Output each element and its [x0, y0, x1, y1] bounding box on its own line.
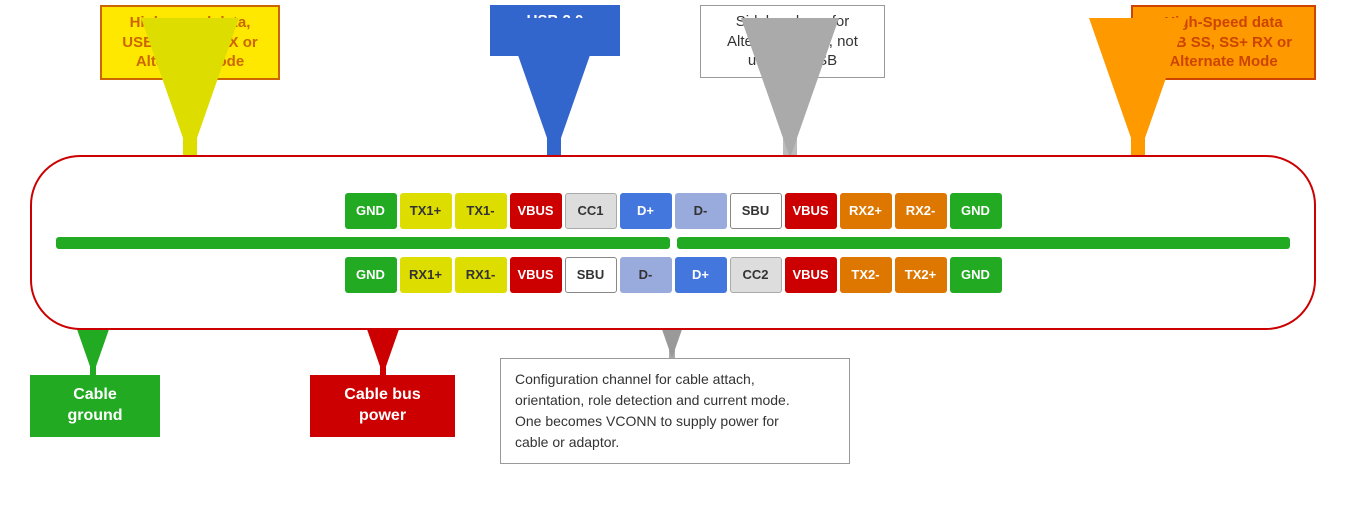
pin-rx1-minus: RX1-: [455, 257, 507, 293]
pin-dp-1: D+: [620, 193, 672, 229]
connector-block: GND TX1+ TX1- VBUS CC1 D+ D- SBU VBUS RX…: [30, 155, 1316, 330]
top-center-blue-annotation: USB 2.0Data: [490, 5, 620, 56]
pin-tx2-minus: TX2-: [840, 257, 892, 293]
usb-type-c-diagram: High-speed data,USB SS, SS+ TX orAlterna…: [0, 0, 1346, 509]
pin-vbus-3: VBUS: [510, 257, 562, 293]
cable-bus-power-label: Cable buspower: [310, 375, 455, 437]
connector-outer: GND TX1+ TX1- VBUS CC1 D+ D- SBU VBUS RX…: [30, 155, 1316, 330]
pin-dm-2: D-: [620, 257, 672, 293]
pin-gnd-4: GND: [950, 257, 1002, 293]
pin-tx2-plus: TX2+: [895, 257, 947, 293]
pin-rx1-plus: RX1+: [400, 257, 452, 293]
bottom-pin-row: GND RX1+ RX1- VBUS SBU D- D+ CC2 VBUS TX…: [52, 257, 1294, 293]
pin-gnd-1: GND: [345, 193, 397, 229]
pin-vbus-2: VBUS: [785, 193, 837, 229]
pin-dm-1: D-: [675, 193, 727, 229]
pin-cc2: CC2: [730, 257, 782, 293]
pin-sbu-2: SBU: [565, 257, 617, 293]
pin-tx1-minus: TX1-: [455, 193, 507, 229]
pin-vbus-1: VBUS: [510, 193, 562, 229]
pin-vbus-4: VBUS: [785, 257, 837, 293]
pin-gnd-3: GND: [345, 257, 397, 293]
pin-dp-2: D+: [675, 257, 727, 293]
green-bar: [677, 237, 1291, 249]
config-channel-label: Configuration channel for cable attach, …: [500, 358, 850, 464]
pin-rx2-minus: RX2-: [895, 193, 947, 229]
top-left-annotation: High-speed data,USB SS, SS+ TX orAlterna…: [100, 5, 280, 80]
green-bar: [56, 237, 670, 249]
top-pin-row: GND TX1+ TX1- VBUS CC1 D+ D- SBU VBUS RX…: [52, 193, 1294, 229]
top-center-white-annotation: Sideband use for Alternate Mode, not use…: [700, 5, 885, 78]
cable-ground-label: Cableground: [30, 375, 160, 437]
pin-tx1-plus: TX1+: [400, 193, 452, 229]
pin-gnd-2: GND: [950, 193, 1002, 229]
green-bar-row: [54, 237, 1292, 249]
top-right-annotation: High-Speed dataUSB SS, SS+ RX orAlternat…: [1131, 5, 1316, 80]
pin-sbu-1: SBU: [730, 193, 782, 229]
pin-rx2-plus: RX2+: [840, 193, 892, 229]
pin-cc1: CC1: [565, 193, 617, 229]
